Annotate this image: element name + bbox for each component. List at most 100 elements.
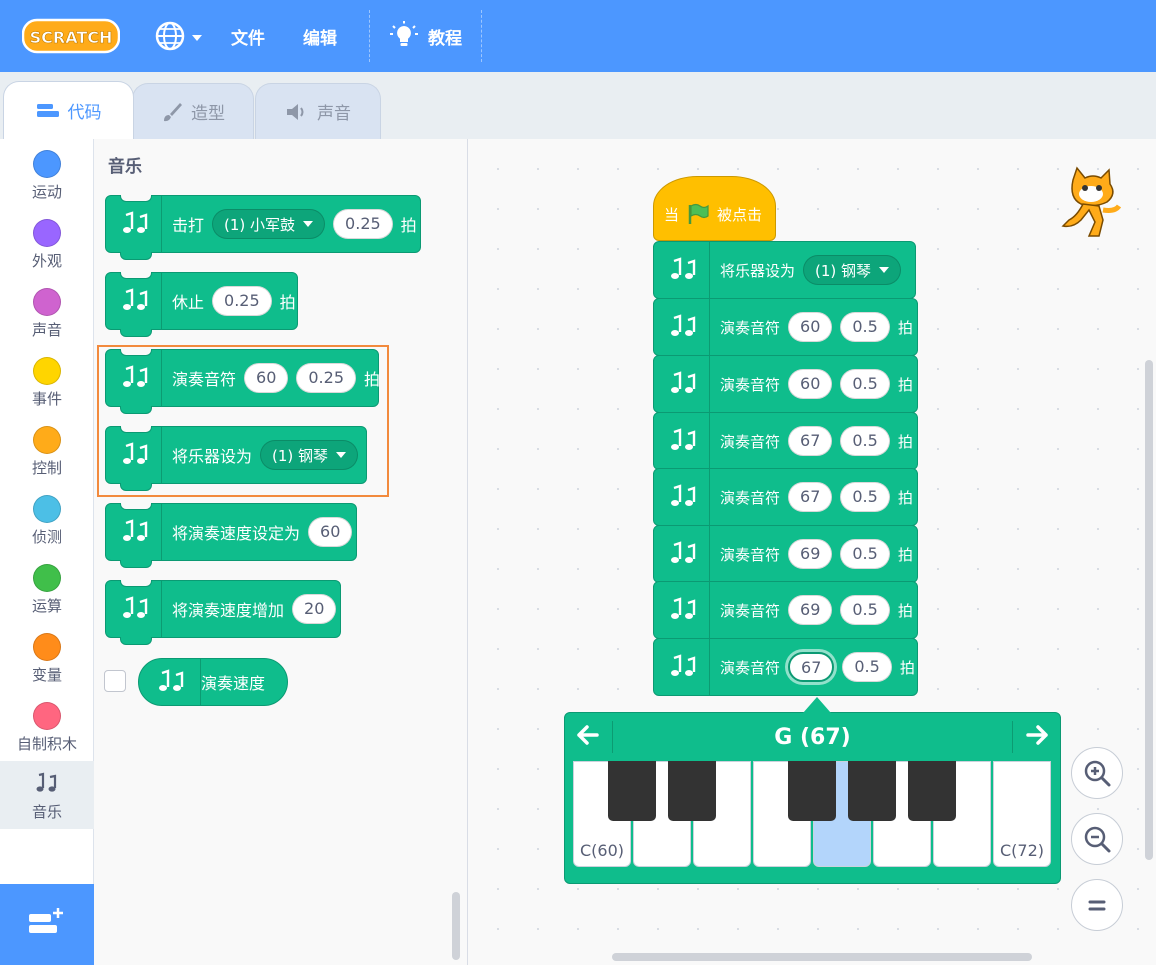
note-input[interactable]: 69 (788, 539, 833, 569)
category-my-blocks[interactable]: 自制积木 (0, 691, 94, 759)
block-label: 将演奏速度设定为 (172, 524, 301, 543)
key-label-low: C(60) (579, 841, 624, 860)
tutorials-menu[interactable]: 教程 (390, 0, 462, 72)
key-label-high: C(72) (999, 841, 1044, 860)
play-note-block[interactable]: 演奏音符 67 0.5 拍 (653, 412, 918, 470)
beats-input[interactable]: 0.5 (842, 652, 892, 682)
workspace-horizontal-scrollbar[interactable] (612, 953, 1032, 961)
play-note-block[interactable]: 演奏音符 69 0.5 拍 (653, 525, 918, 583)
play-note-block[interactable]: 演奏音符 67 0.5 拍 (653, 638, 918, 696)
piano-key-d-sharp[interactable] (668, 761, 716, 821)
category-control[interactable]: 控制 (0, 415, 94, 483)
add-extension-button[interactable] (0, 884, 94, 965)
when-flag-clicked-block[interactable]: 当 被点击 (653, 176, 776, 241)
music-notes-icon (36, 772, 57, 792)
beats-input[interactable]: 0.25 (333, 209, 393, 239)
menu-bar: SCRATCH 文件 编辑 教程 (0, 0, 1156, 72)
note-input[interactable]: 67 (788, 482, 833, 512)
zoom-in-icon (1084, 760, 1111, 787)
category-motion[interactable]: 运动 (0, 139, 94, 207)
category-dot (33, 357, 61, 385)
beats-input[interactable]: 0.25 (212, 286, 272, 316)
set-instrument-block[interactable]: 将乐器设为 (1) 钢琴 (653, 241, 916, 299)
piano-key-a-sharp[interactable] (908, 761, 956, 821)
music-notes-icon (654, 639, 710, 695)
category-looks[interactable]: 外观 (0, 208, 94, 276)
note-input[interactable]: 60 (788, 369, 833, 399)
block-label: 演奏音符 (720, 488, 781, 507)
globe-icon (155, 21, 185, 51)
category-label: 侦测 (31, 528, 62, 546)
zoom-out-button[interactable] (1071, 813, 1123, 865)
tempo-delta-input[interactable]: 20 (292, 594, 337, 624)
piano-key-c-sharp[interactable] (608, 761, 656, 821)
category-variables[interactable]: 变量 (0, 622, 94, 690)
note-input[interactable]: 60 (788, 312, 833, 342)
workspace-vertical-scrollbar[interactable] (1145, 360, 1153, 860)
set-tempo-block[interactable]: 将演奏速度设定为 60 (105, 503, 357, 568)
beats-input[interactable]: 0.5 (840, 369, 890, 399)
beats-input[interactable]: 0.5 (840, 312, 890, 342)
category-label: 外观 (31, 252, 62, 270)
arrow-right-icon[interactable] (1026, 725, 1048, 751)
block-suffix: 拍 (897, 318, 913, 337)
play-note-block[interactable]: 演奏音符 60 0.5 拍 (653, 355, 918, 413)
speaker-icon (287, 103, 304, 120)
block-suffix: 拍 (899, 658, 915, 677)
add-extension-icon (29, 908, 63, 933)
selected-note-label: G (67) (774, 725, 851, 750)
category-dot (33, 150, 61, 178)
category-music[interactable]: 音乐 (0, 761, 94, 829)
piano-header: G (67) (565, 713, 1060, 761)
note-input-active[interactable]: 67 (788, 652, 835, 682)
zoom-reset-button[interactable] (1071, 879, 1123, 931)
music-notes-icon (654, 356, 710, 412)
beats-input[interactable]: 0.5 (840, 482, 890, 512)
menu-divider (369, 10, 370, 62)
tab-code[interactable]: 代码 (3, 81, 134, 139)
zoom-in-button[interactable] (1071, 747, 1123, 799)
note-input[interactable]: 69 (788, 595, 833, 625)
chevron-down-icon (303, 221, 314, 227)
play-note-block[interactable]: 演奏音符 60 0.5 拍 (653, 298, 918, 356)
tab-costumes-label: 造型 (191, 104, 225, 124)
tempo-monitor-checkbox[interactable] (104, 670, 126, 692)
block-notch (120, 272, 152, 279)
piano-key-c-high[interactable]: C(72) (993, 761, 1051, 867)
drum-block[interactable]: 击打 (1) 小军鼓 0.25 拍 (105, 195, 421, 260)
block-label: 演奏音符 (720, 318, 781, 337)
tab-sounds-label: 声音 (317, 104, 351, 124)
drum-dropdown[interactable]: (1) 小军鼓 (212, 209, 326, 239)
block-suffix: 拍 (897, 601, 913, 620)
edit-menu[interactable]: 编辑 (303, 0, 337, 72)
beats-input[interactable]: 0.5 (840, 426, 890, 456)
play-note-block[interactable]: 演奏音符 69 0.5 拍 (653, 581, 918, 639)
dropdown-value: (1) 小军鼓 (224, 215, 296, 234)
beats-input[interactable]: 0.5 (840, 595, 890, 625)
tempo-input[interactable]: 60 (308, 517, 353, 547)
rest-block[interactable]: 休止 0.25 拍 (105, 272, 298, 337)
palette-scrollbar[interactable] (452, 892, 460, 960)
music-notes-icon (654, 242, 710, 298)
category-sound[interactable]: 声音 (0, 277, 94, 345)
instrument-dropdown[interactable]: (1) 钢琴 (803, 255, 902, 285)
note-input[interactable]: 67 (788, 426, 833, 456)
category-events[interactable]: 事件 (0, 346, 94, 414)
language-menu[interactable] (154, 0, 202, 72)
change-tempo-block[interactable]: 将演奏速度增加 20 (105, 580, 341, 645)
play-note-block[interactable]: 演奏音符 67 0.5 拍 (653, 468, 918, 526)
sprite-cat-icon[interactable] (1055, 166, 1125, 242)
block-label: 演奏音符 (720, 545, 781, 564)
tab-sounds[interactable]: 声音 (255, 83, 381, 139)
tab-code-label: 代码 (67, 103, 102, 123)
file-menu[interactable]: 文件 (231, 0, 265, 72)
tab-costumes[interactable]: 造型 (132, 83, 254, 139)
piano-key-f-sharp[interactable] (788, 761, 836, 821)
category-sensing[interactable]: 侦测 (0, 484, 94, 552)
equals-icon (1088, 900, 1106, 911)
tempo-reporter-block[interactable]: 演奏速度 (138, 658, 288, 706)
piano-key-g-sharp[interactable] (848, 761, 896, 821)
category-operators[interactable]: 运算 (0, 553, 94, 621)
beats-input[interactable]: 0.5 (840, 539, 890, 569)
scratch-logo[interactable]: SCRATCH (22, 18, 120, 54)
